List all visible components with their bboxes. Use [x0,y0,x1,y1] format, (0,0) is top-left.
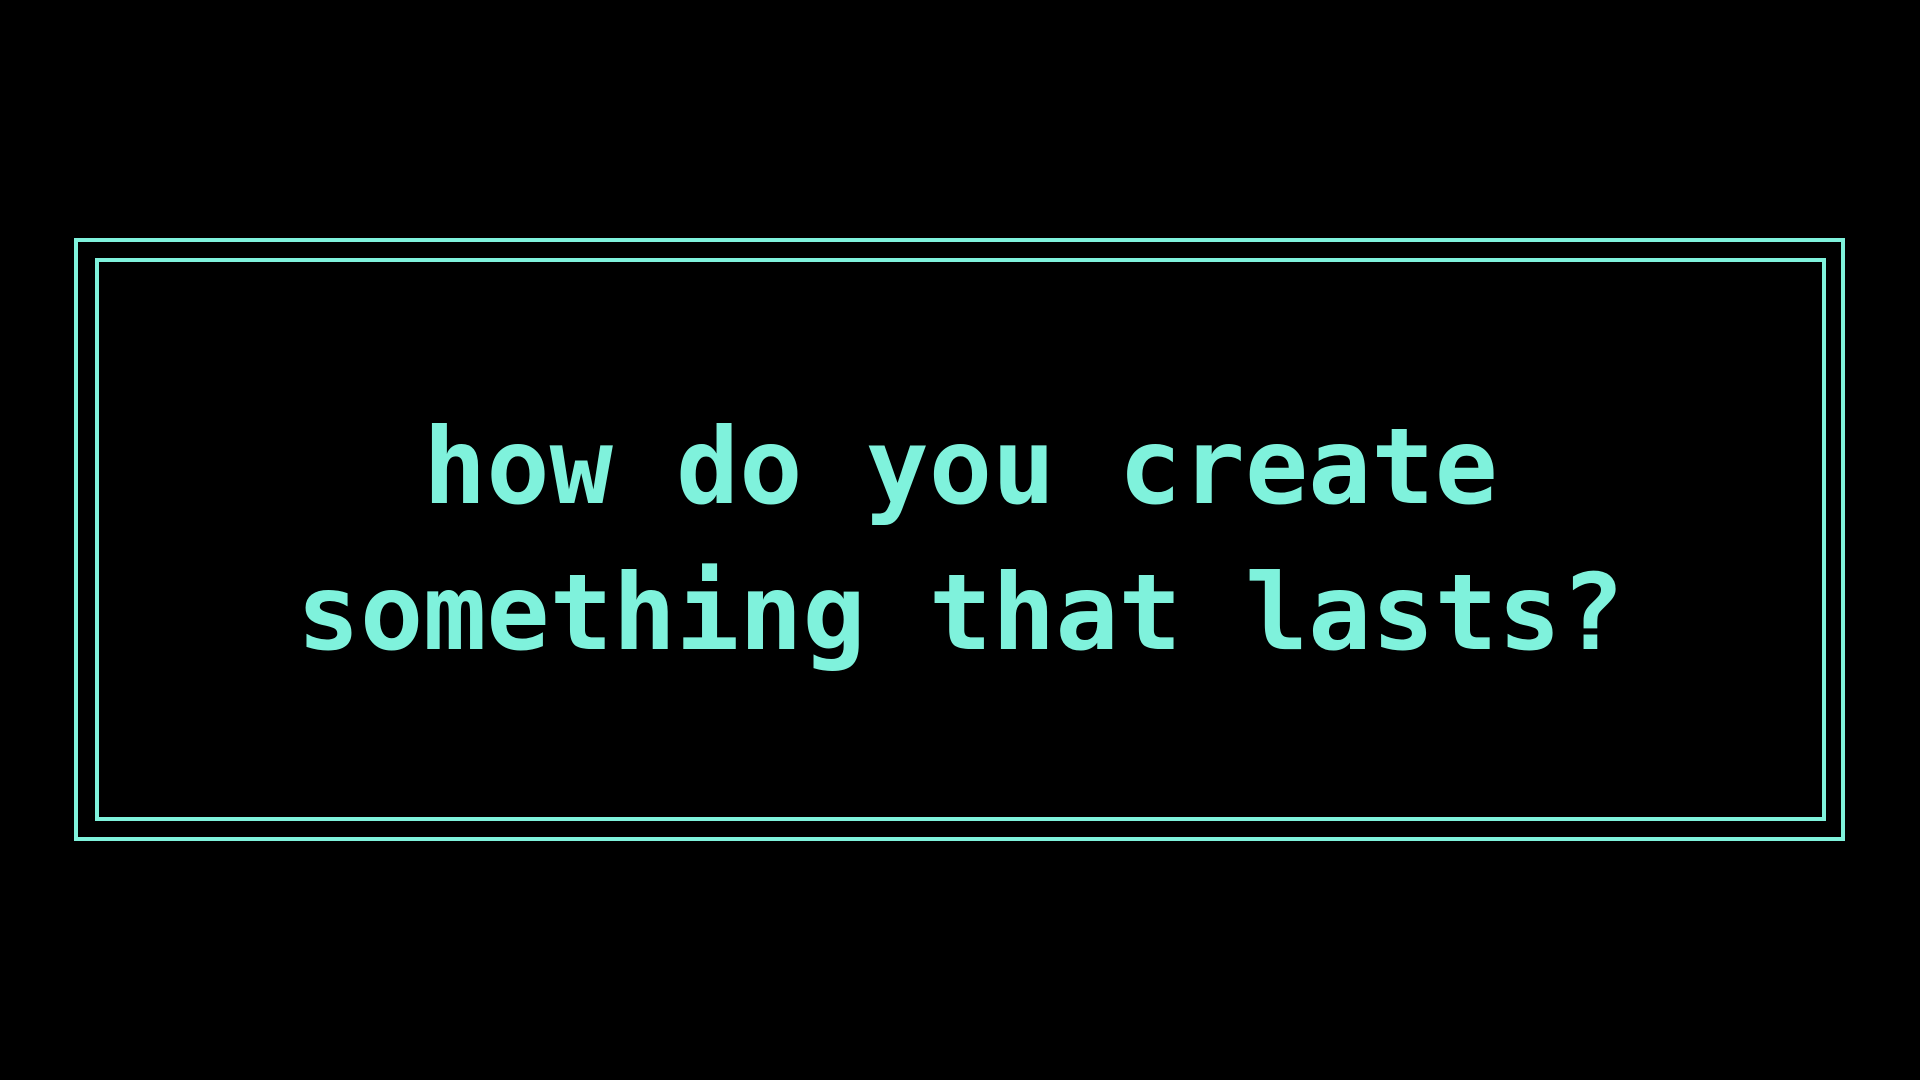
title-line-1: how do you create [423,405,1498,528]
title-line-2: something that lasts? [296,551,1625,674]
title-block: how do you create something that lasts? [99,262,1822,817]
